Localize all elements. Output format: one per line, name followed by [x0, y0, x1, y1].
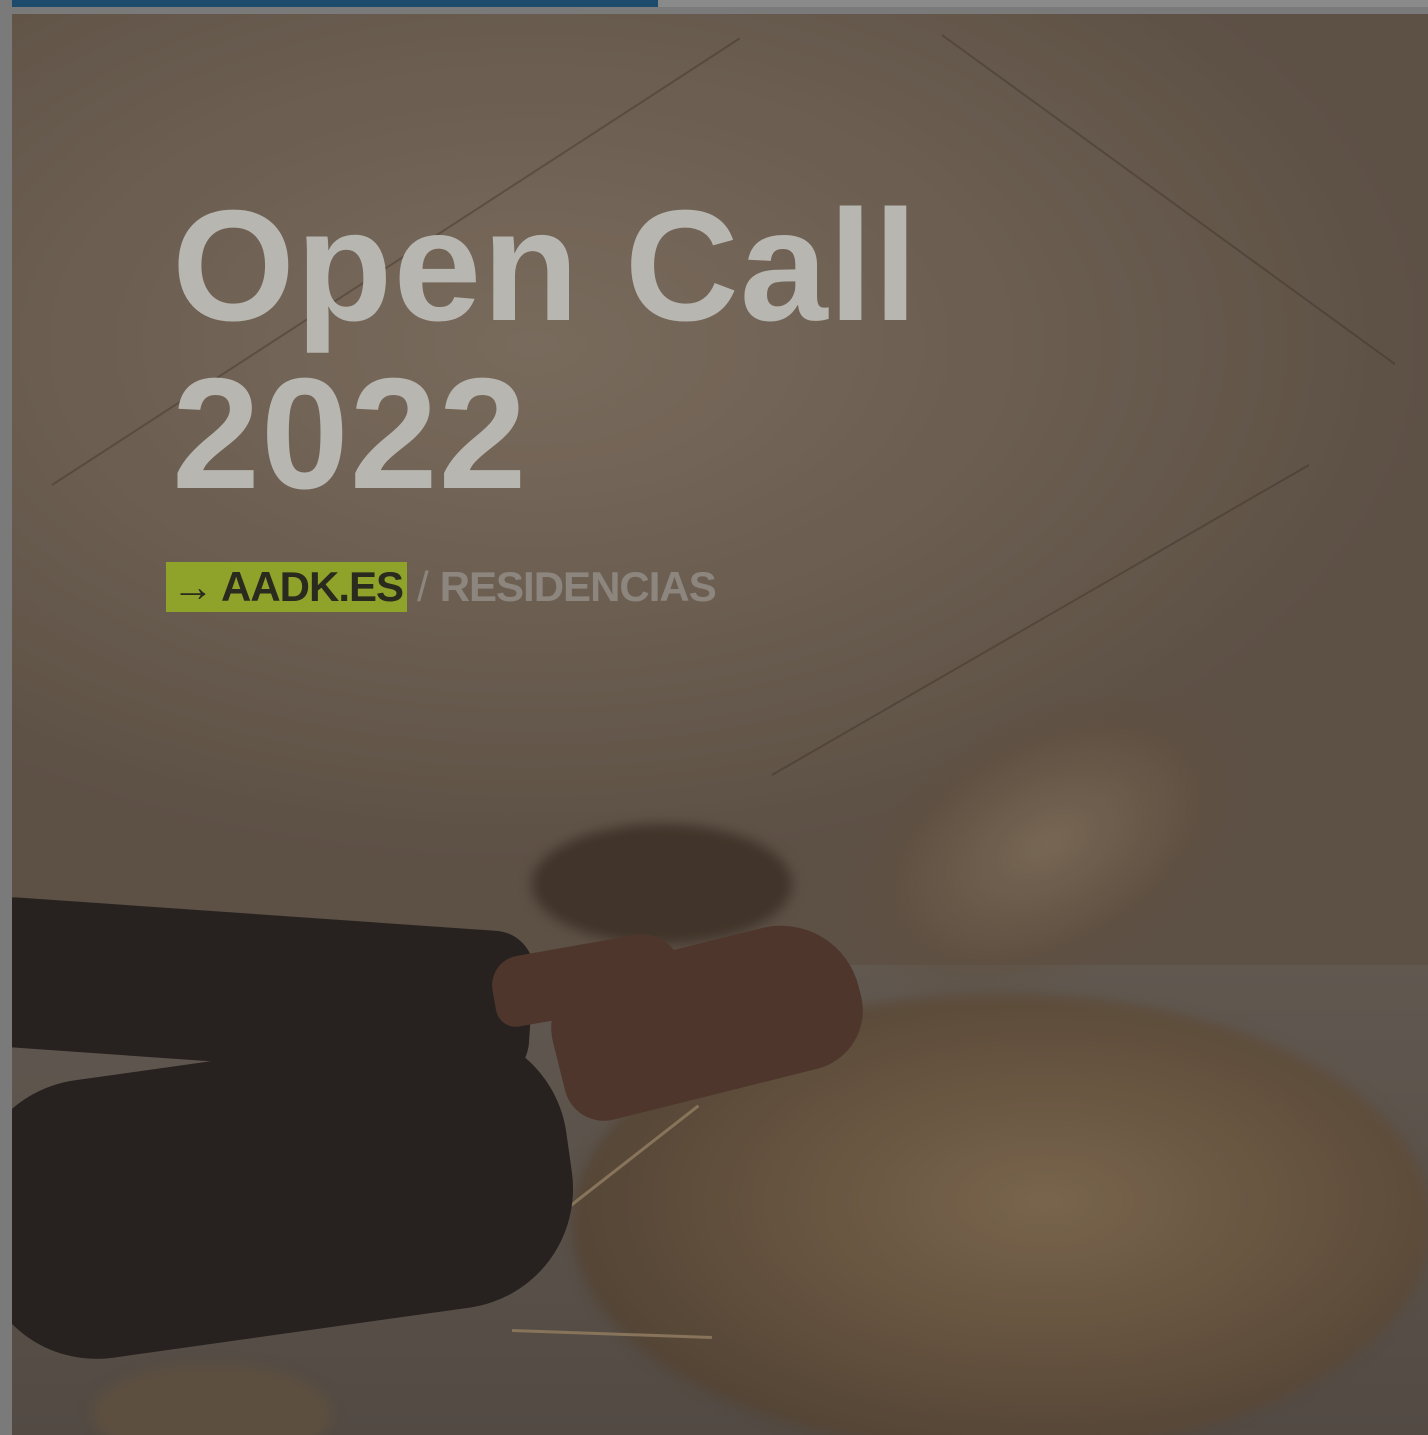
website-link[interactable]: → AADK.ES — [166, 562, 408, 612]
story-progress-track — [658, 0, 1428, 7]
title-line: 2022 — [172, 346, 528, 522]
story-progress-bar — [12, 0, 658, 7]
website-link-row: → AADK.ES / RESIDENCIAS — [166, 562, 717, 612]
post-image[interactable]: Open Call 2022 → AADK.ES / RESIDENCIAS — [12, 14, 1428, 1435]
screen: Open Call 2022 → AADK.ES / RESIDENCIAS — [0, 0, 1428, 1435]
title-line: Open Call — [172, 178, 919, 354]
website-section: RESIDENCIAS — [439, 563, 717, 610]
website-domain: AADK.ES — [221, 563, 404, 610]
post-title: Open Call 2022 — [172, 182, 918, 518]
path-separator: / — [417, 563, 429, 610]
arrow-right-icon: → — [172, 563, 214, 610]
